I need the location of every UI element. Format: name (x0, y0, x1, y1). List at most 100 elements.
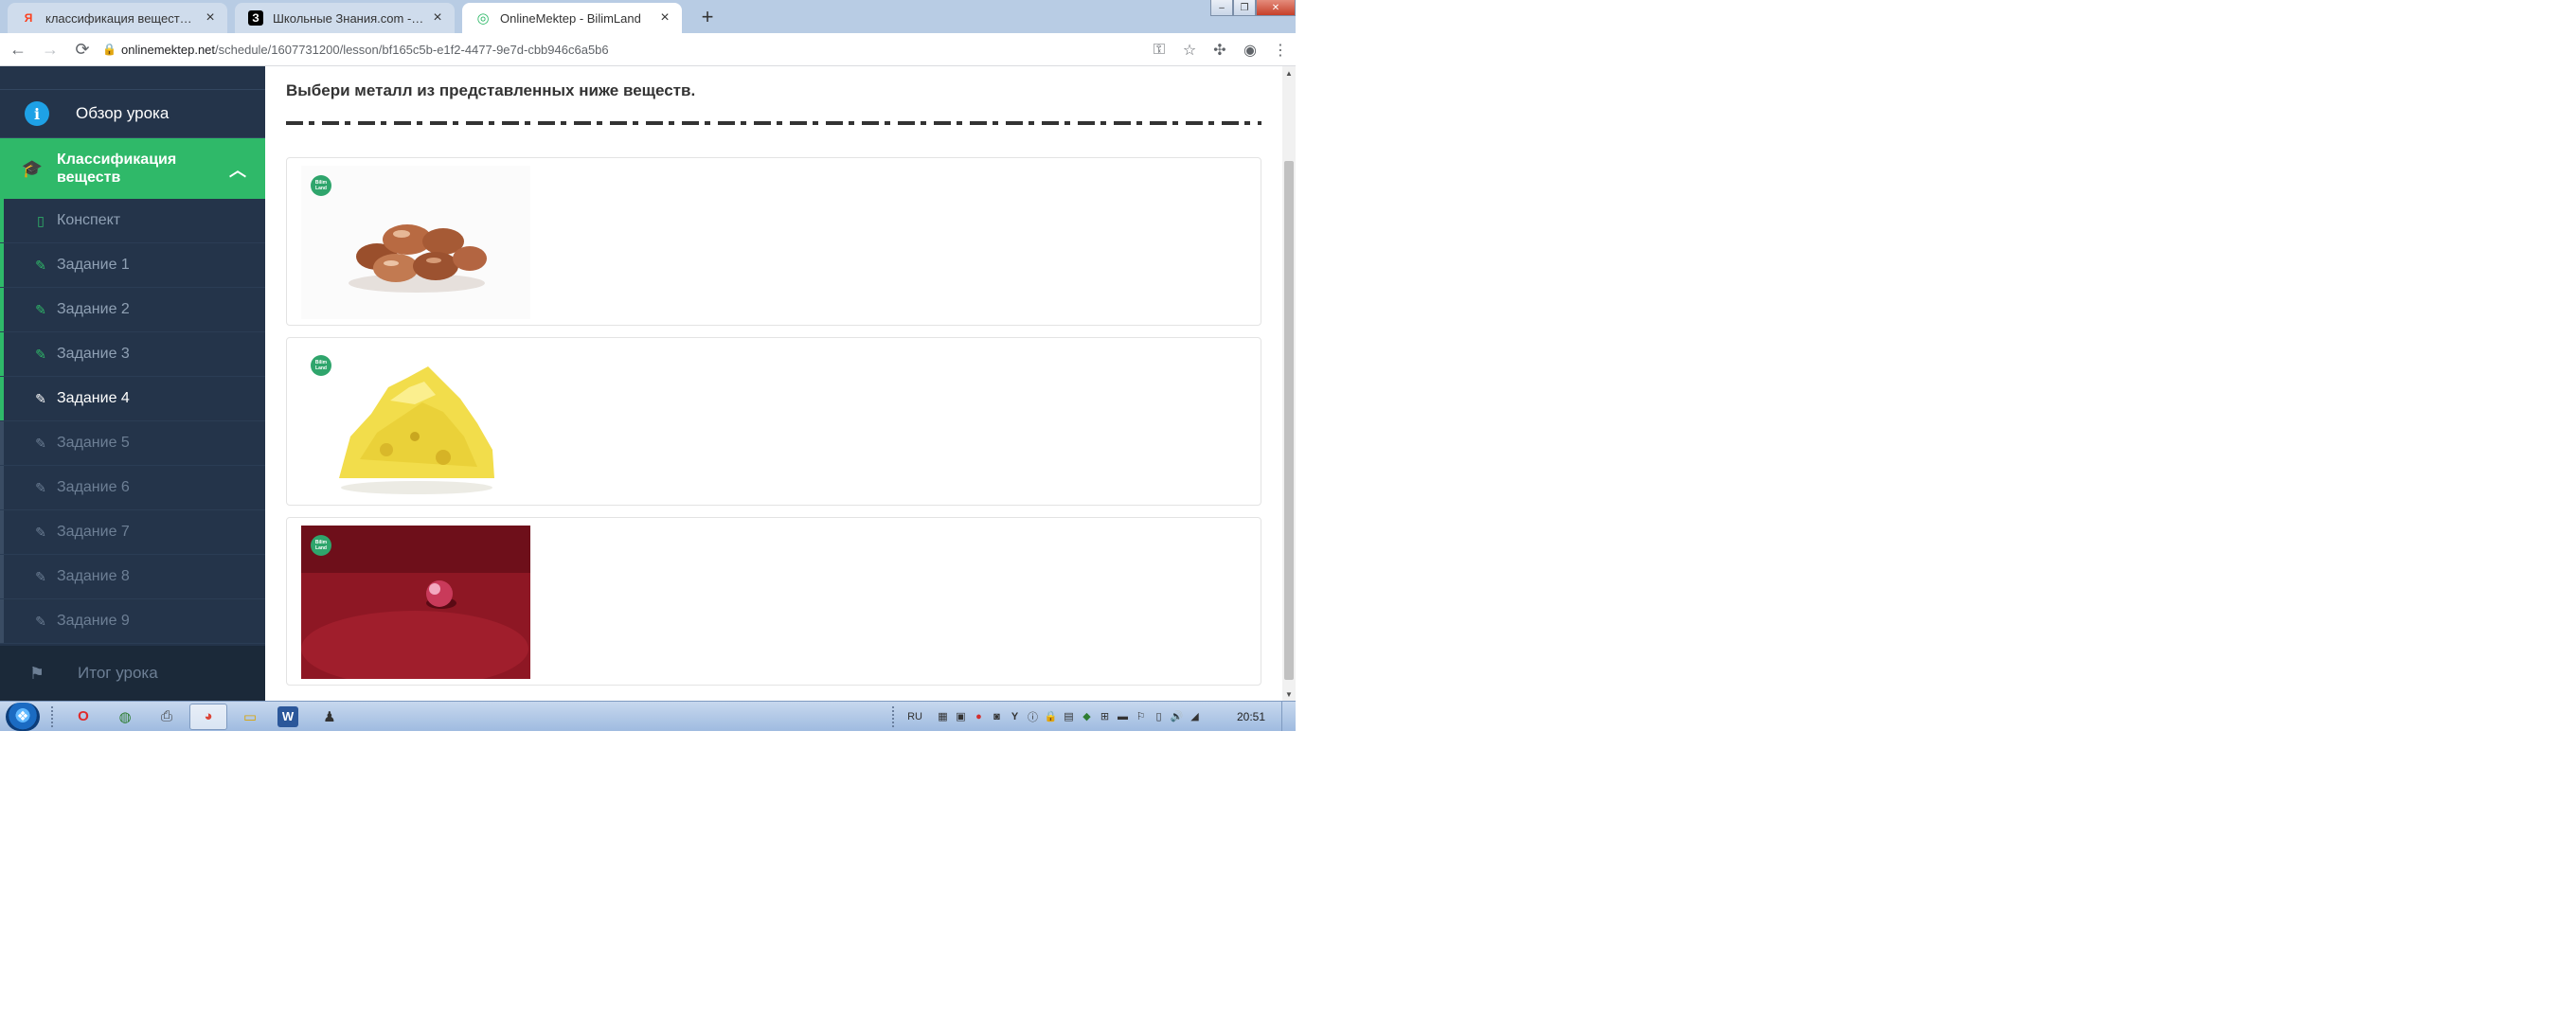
znanija-favicon-icon: З (248, 10, 263, 26)
tray-camera-icon[interactable]: ◙ (988, 711, 1006, 722)
minimize-icon[interactable]: – (1210, 0, 1233, 16)
sidebar-item-task-9[interactable]: ✎ Задание 9 (0, 599, 265, 644)
sidebar-item-status-bar (0, 599, 4, 643)
sidebar-item-status-bar (0, 421, 4, 465)
answer-option-2[interactable]: Bilim Land (286, 337, 1261, 506)
file-explorer-icon[interactable]: ▭ (231, 704, 269, 730)
tray-yandex-icon[interactable]: Y (1006, 711, 1024, 722)
start-button-icon[interactable]: ❖ (6, 702, 40, 731)
sidebar-item-task-3[interactable]: ✎ Задание 3 (0, 332, 265, 377)
sidebar-item-task-2[interactable]: ✎ Задание 2 (0, 288, 265, 332)
tray-network-icon[interactable]: ⊞ (1096, 710, 1114, 722)
tab-close-icon[interactable]: × (657, 9, 672, 27)
answer-option-1[interactable]: Bilim Land (286, 157, 1261, 326)
new-tab-icon[interactable]: + (695, 5, 720, 29)
tray-green-icon[interactable]: ◆ (1078, 710, 1096, 722)
sidebar-item-task-8[interactable]: ✎ Задание 8 (0, 555, 265, 599)
sidebar-item-status-bar (0, 243, 4, 287)
page-scrollbar[interactable]: ▲ ▼ (1282, 66, 1296, 701)
wifi-signal-icon[interactable]: ◢ (1186, 710, 1204, 722)
sidebar-item-konspekt[interactable]: ▯ Конспект (0, 199, 265, 243)
sulfur-lump-image: Bilim Land (301, 346, 530, 499)
scroll-thumb[interactable] (1284, 161, 1294, 680)
tray-drive-icon[interactable]: ▬ (1114, 711, 1132, 722)
back-arrow-icon[interactable]: ← (4, 35, 32, 63)
lesson-sidebar: i Обзор урока 🎓 Классификация веществ ︿ … (0, 66, 265, 701)
scroll-down-arrow-icon[interactable]: ▼ (1282, 687, 1296, 701)
bookmark-star-icon[interactable]: ☆ (1174, 41, 1205, 60)
chrome-icon[interactable]: ◕ (189, 703, 227, 730)
tray-flag-icon[interactable]: ⚐ (1132, 710, 1150, 722)
red-bead-on-red-cloth-image: Bilim Land (301, 526, 530, 679)
profile-avatar-icon[interactable]: ◉ (1235, 41, 1265, 60)
browser-tab-3[interactable]: ◎ OnlineMektep - BilimLand × (462, 3, 682, 33)
sidebar-item-status-bar (0, 199, 4, 242)
show-desktop-button[interactable] (1281, 702, 1296, 731)
edit-icon: ✎ (35, 613, 46, 629)
sidebar-item-task-4[interactable]: ✎ Задание 4 (0, 377, 265, 421)
tab-close-icon[interactable]: × (430, 9, 445, 27)
tab-title: Школьные Знания.com - Решаю (273, 10, 424, 26)
browser-tab-1[interactable]: Я классификация веществ какой × (8, 3, 227, 33)
system-tray: RU ▦ ▣ ● ◙ Y ⓘ 🔒 ▤ ◆ ⊞ ▬ ⚐ ▯ 🔊 ◢ 20:51 (881, 702, 1296, 731)
printer-icon[interactable]: ⎙ (148, 704, 186, 730)
sidebar-item-label: Задание 9 (57, 613, 130, 629)
screen: Я классификация веществ какой × З Школьн… (0, 0, 1296, 731)
tray-red-icon[interactable]: ● (970, 711, 988, 722)
edit-icon: ✎ (35, 435, 46, 451)
question-underline (286, 121, 1261, 125)
edit-icon: ✎ (35, 568, 46, 584)
opera-icon[interactable]: O (64, 704, 102, 730)
graduation-cap-icon: 🎓 (21, 158, 44, 178)
extensions-puzzle-icon[interactable]: ✣ (1205, 41, 1235, 60)
word-icon[interactable]: W (277, 705, 298, 727)
sidebar-final[interactable]: ⚑ Итог урока (0, 646, 265, 701)
forward-arrow-icon[interactable]: → (36, 35, 64, 63)
user-figure-icon[interactable]: ♟ (311, 704, 349, 730)
sidebar-item-label: Задание 1 (57, 257, 130, 273)
lock-icon: 🔒 (102, 43, 116, 56)
reload-icon[interactable]: ⟳ (68, 35, 97, 63)
menu-kebab-icon[interactable]: ⋮ (1265, 41, 1296, 60)
sidebar-overview[interactable]: i Обзор урока (0, 90, 265, 138)
flag-icon: ⚑ (28, 663, 45, 683)
sidebar-item-status-bar (0, 510, 4, 554)
keyboard-icon[interactable]: ▦ (934, 710, 952, 722)
sidebar-item-task-5[interactable]: ✎ Задание 5 (0, 421, 265, 466)
sidebar-section-label: Классификация веществ (57, 152, 177, 186)
edit-icon: ✎ (35, 257, 46, 273)
bilimland-badge-icon: Bilim Land (311, 535, 331, 556)
sidebar-item-label: Задание 2 (57, 301, 130, 317)
tray-monitor-icon[interactable]: ▤ (1060, 710, 1078, 722)
tray-battery-icon[interactable]: ▯ (1150, 710, 1168, 722)
tab-close-icon[interactable]: × (203, 9, 218, 27)
sidebar-item-label: Задание 7 (57, 524, 130, 540)
chevron-up-icon[interactable]: ︿ (229, 157, 246, 182)
close-window-icon[interactable]: ✕ (1256, 0, 1296, 16)
tray-app-icon[interactable]: ▣ (952, 710, 970, 722)
info-icon: i (25, 101, 49, 126)
sidebar-item-task-1[interactable]: ✎ Задание 1 (0, 243, 265, 288)
taskbar-clock[interactable]: 20:51 (1221, 710, 1281, 723)
edit-icon: ✎ (35, 390, 46, 406)
maximize-icon[interactable]: ❐ (1233, 0, 1256, 16)
sidebar-item-task-6[interactable]: ✎ Задание 6 (0, 466, 265, 510)
sidebar-item-task-7[interactable]: ✎ Задание 7 (0, 510, 265, 555)
language-indicator[interactable]: RU (907, 711, 922, 722)
answer-option-3[interactable]: Bilim Land (286, 517, 1261, 686)
volume-icon[interactable]: 🔊 (1168, 710, 1186, 722)
address-bar[interactable]: 🔒 onlinemektep.net/schedule/1607731200/l… (102, 36, 1191, 62)
edit-icon: ✎ (35, 301, 46, 317)
key-icon[interactable]: ⚿ (1144, 42, 1174, 59)
sidebar-item-label: Задание 6 (57, 479, 130, 495)
sidebar-top-spacer (0, 66, 265, 90)
scroll-up-arrow-icon[interactable]: ▲ (1282, 66, 1296, 80)
tray-info-icon[interactable]: ⓘ (1024, 709, 1042, 724)
network-globe-icon[interactable]: ◍ (106, 704, 144, 730)
sidebar-item-label: Задание 8 (57, 568, 130, 584)
browser-tab-2[interactable]: З Школьные Знания.com - Решаю × (235, 3, 455, 33)
sidebar-section-header[interactable]: 🎓 Классификация веществ ︿ (0, 138, 265, 199)
tray-grip (892, 705, 902, 727)
tray-lock-icon[interactable]: 🔒 (1042, 710, 1060, 722)
sidebar-item-status-bar (0, 377, 4, 420)
